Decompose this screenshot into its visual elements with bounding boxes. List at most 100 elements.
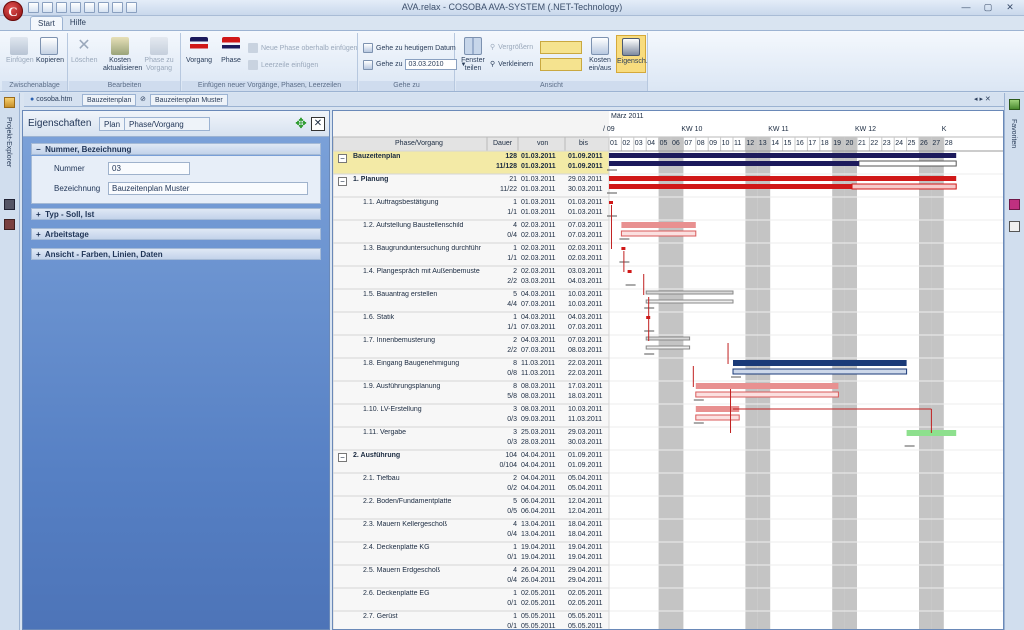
number-input[interactable]: 03 — [108, 162, 190, 175]
doctab-close-icon[interactable]: ⊘ — [136, 94, 150, 106]
blank-line-button[interactable]: Leerzeile einfügen — [248, 60, 318, 70]
new-phase-button[interactable]: Neue Phase oberhalb einfügen — [248, 43, 358, 53]
costs-onoff-button[interactable]: Kosten ein/aus — [586, 37, 614, 73]
doctab-plan-full[interactable]: Bauzeitenplan Muster — [150, 94, 228, 106]
task-bar[interactable] — [621, 222, 696, 228]
task-bar-actual[interactable] — [620, 230, 697, 237]
phase-bar[interactable] — [609, 176, 957, 181]
view-option-network[interactable] — [540, 58, 582, 71]
tab-phase-task[interactable]: Phase/Vorgang — [124, 117, 210, 131]
row-duration: 8 — [513, 383, 517, 390]
tab-start[interactable]: Start — [30, 16, 63, 30]
goto-date-input[interactable]: 03.03.2010 — [405, 59, 458, 70]
milestone-bar[interactable] — [733, 360, 907, 366]
section-workdays[interactable]: + Arbeitstage — [31, 228, 321, 240]
navigate-icon[interactable]: ✥ — [293, 116, 309, 132]
view-option-gantt[interactable] — [540, 41, 582, 54]
row-name: 1.1. Auftragsbestätigung — [363, 199, 439, 206]
row-collapse-icon[interactable]: − — [338, 154, 347, 163]
row-duration: 4 — [513, 567, 517, 574]
row-collapse-icon[interactable]: − — [338, 453, 347, 462]
row-to: 03.03.2011 — [568, 268, 603, 275]
update-costs-button[interactable]: Kosten aktualisieren — [103, 37, 142, 73]
row-name: 1. Planung — [353, 176, 389, 183]
copy-button[interactable]: Kopieren — [36, 37, 64, 65]
row-to-actual: 30.03.2011 — [568, 186, 603, 193]
row-from-actual: 06.04.2011 — [521, 508, 556, 515]
row-duration-actual: 11/22 — [500, 186, 517, 193]
task-bar[interactable] — [695, 406, 740, 412]
section-view[interactable]: + Ansicht - Farben, Linien, Daten — [31, 248, 321, 260]
row-from-actual: 07.03.2011 — [521, 324, 556, 331]
row-to: 10.03.2011 — [568, 291, 603, 298]
close-button[interactable]: ✕ — [1000, 1, 1020, 14]
delete-button[interactable]: ✕ Löschen — [71, 37, 97, 65]
small-task-bar[interactable] — [621, 247, 626, 250]
small-task-bar[interactable] — [627, 270, 632, 273]
ribbon: Einfügen Kopieren Zwischenablage ✕ Lösche… — [0, 30, 1024, 92]
task-bar-actual[interactable] — [645, 345, 691, 350]
phase-bar-remaining[interactable] — [851, 183, 957, 190]
goto-button[interactable]: Gehe zu 03.03.2010 ▼ — [363, 59, 466, 70]
row-duration: 1 — [513, 314, 517, 321]
doctab-nav-arrows[interactable]: ◂ ▸ ✕ — [970, 94, 995, 106]
group-insert: Vorgang Phase Neue Phase oberhalb einfüg… — [182, 33, 358, 91]
bookmark-icon[interactable] — [1009, 199, 1020, 210]
task-bar[interactable] — [645, 290, 734, 295]
favorites-tab[interactable]: Favoriten — [1010, 119, 1017, 148]
tab-hilfe[interactable]: Hilfe — [63, 16, 93, 30]
row-duration-actual: 2/2 — [507, 278, 517, 285]
goto-today-button[interactable]: Gehe zu heutigem Datum — [363, 43, 456, 53]
summary-bar[interactable] — [609, 153, 957, 158]
tab-plan[interactable]: Plan — [99, 117, 126, 131]
expand-icon: + — [36, 210, 41, 219]
row-collapse-icon[interactable]: − — [338, 177, 347, 186]
help-icon[interactable] — [1009, 221, 1020, 232]
doctab-plan[interactable]: Bauzeitenplan — [82, 94, 137, 106]
row-duration: 1 — [513, 544, 517, 551]
row-duration: 1 — [513, 199, 517, 206]
summary-bar-actual[interactable] — [609, 161, 859, 166]
zoom-in-button[interactable]: ⚲ Vergrößern — [490, 43, 533, 52]
zoom-out-button[interactable]: ⚲ Verkleinern — [490, 60, 533, 69]
group-clipboard: Einfügen Kopieren Zwischenablage — [2, 33, 68, 91]
group-goto-label: Gehe zu — [359, 81, 454, 91]
milestone-bar-actual[interactable] — [732, 368, 908, 375]
row-to-actual: 01.03.2011 — [568, 209, 603, 216]
doctab-home[interactable]: ● cosoba.htm — [26, 94, 76, 106]
small-task-bar[interactable] — [609, 201, 613, 204]
minimize-button[interactable]: — — [956, 1, 976, 14]
section-type[interactable]: + Typ - Soll, Ist — [31, 208, 321, 220]
task-button[interactable]: Vorgang — [186, 37, 212, 65]
task-bar[interactable] — [695, 383, 839, 389]
row-duration-actual: 1/1 — [507, 255, 517, 262]
task-bar-actual[interactable] — [645, 299, 734, 304]
row-from-actual: 19.04.2011 — [521, 554, 556, 561]
task-bar-actual[interactable] — [695, 414, 740, 421]
day-label: 17 — [808, 140, 817, 147]
favorites-icon[interactable] — [1009, 99, 1020, 110]
paste-button[interactable]: Einfügen — [6, 37, 34, 65]
explorer-icon[interactable] — [4, 97, 15, 108]
phase-to-task-icon — [150, 37, 168, 55]
row-from-actual: 02.03.2011 — [521, 255, 556, 262]
row-from: 04.04.2011 — [521, 475, 556, 482]
close-panel-button[interactable]: ✕ — [311, 117, 325, 131]
costs-onoff-label: Kosten ein/aus — [588, 57, 612, 72]
task-bar-actual[interactable] — [695, 391, 839, 398]
app-logo-button[interactable]: C — [3, 1, 23, 21]
phase-label: Phase — [221, 57, 241, 64]
task-bar[interactable] — [645, 336, 691, 341]
properties-toggle-button[interactable]: Eigensch. — [616, 35, 648, 73]
section-number-name[interactable]: − Nummer, Bezeichnung — [31, 143, 321, 155]
split-window-button[interactable]: Fenster teilen — [460, 37, 486, 73]
phase-bar-actual[interactable] — [609, 184, 853, 189]
books-icon[interactable] — [4, 219, 15, 230]
book-icon[interactable] — [4, 199, 15, 210]
name-input[interactable]: Bauzeitenplan Muster — [108, 182, 308, 195]
maximize-button[interactable]: ▢ — [978, 1, 998, 14]
summary-bar-remaining[interactable] — [858, 160, 957, 167]
phase-to-task-button[interactable]: Phase zu Vorgang — [141, 37, 177, 73]
project-explorer-tab[interactable]: Projekt-Explorer — [5, 117, 12, 167]
phase-button[interactable]: Phase — [218, 37, 244, 65]
